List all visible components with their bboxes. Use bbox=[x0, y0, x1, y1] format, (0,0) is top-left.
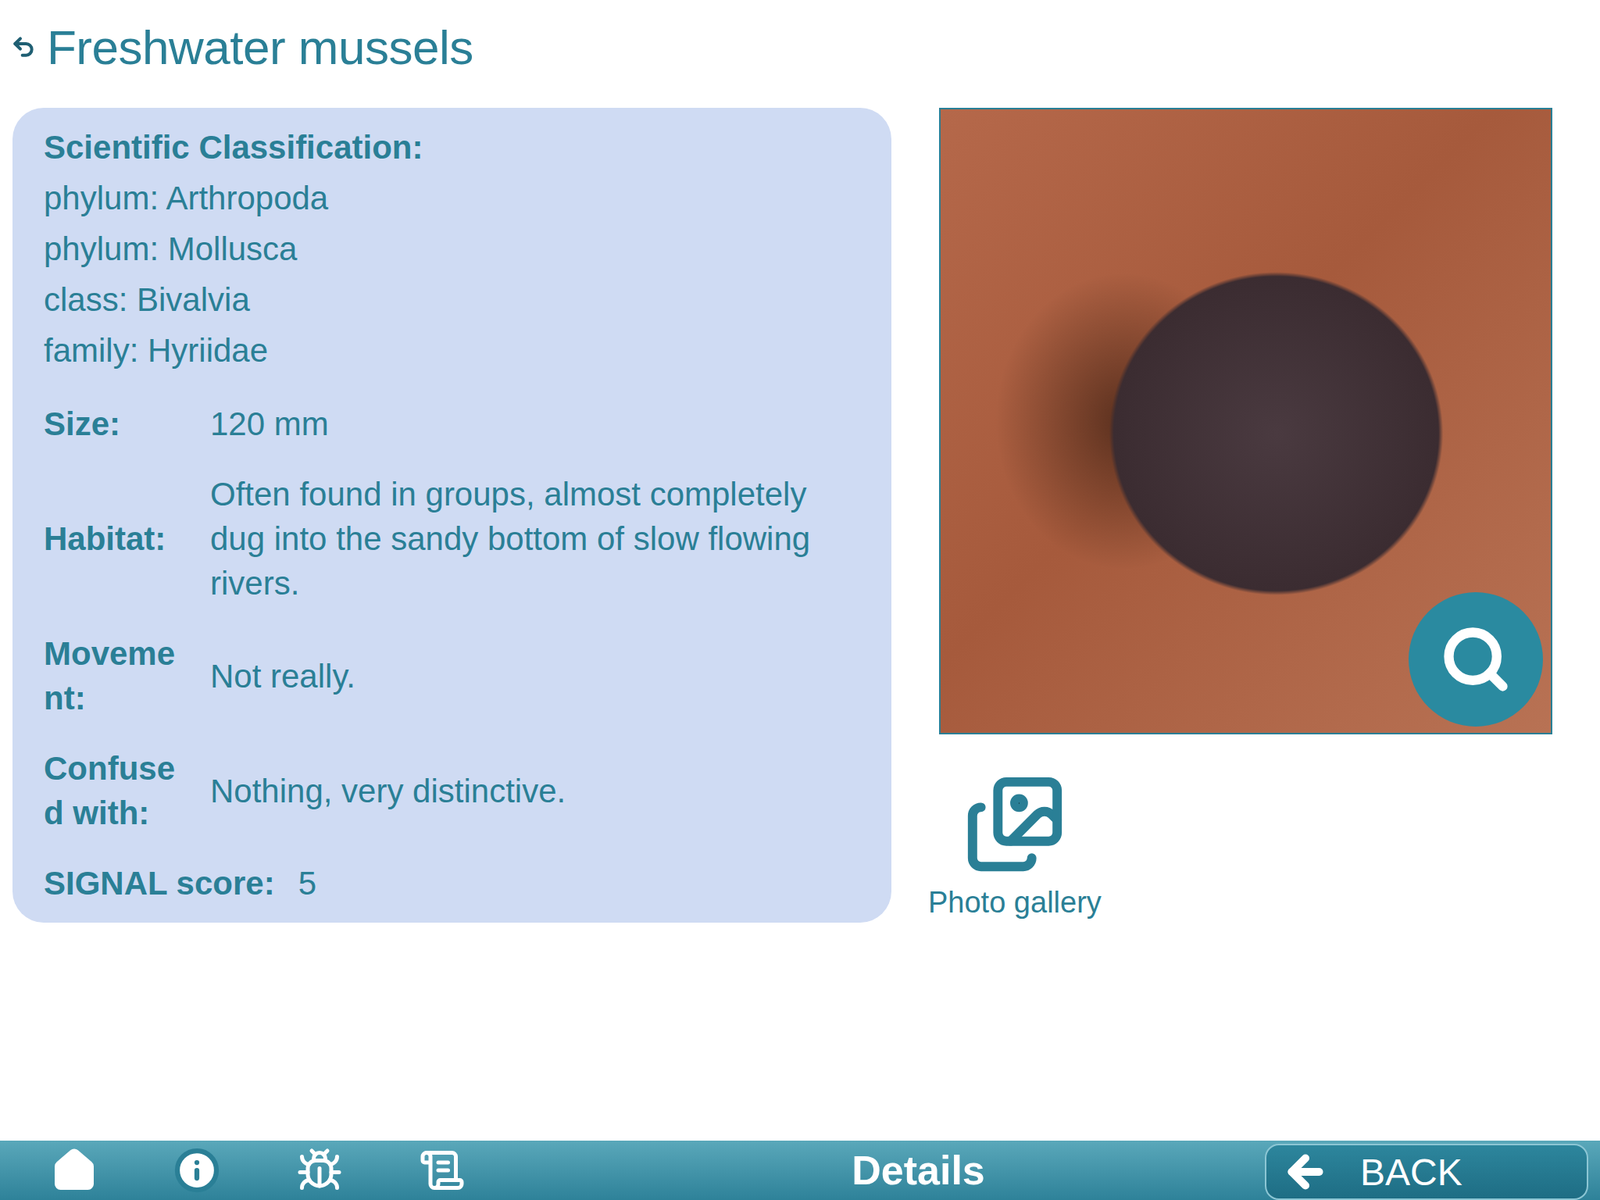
photo-gallery-label: Photo gallery bbox=[928, 885, 1102, 920]
zoom-button[interactable] bbox=[1408, 592, 1543, 727]
bug-icon bbox=[296, 1146, 343, 1194]
media-column: Photo gallery bbox=[939, 107, 1553, 920]
header: Freshwater mussels bbox=[0, 0, 1600, 108]
home-icon bbox=[50, 1146, 98, 1194]
list-button[interactable] bbox=[414, 1142, 471, 1199]
back-button[interactable]: BACK bbox=[1264, 1143, 1589, 1200]
classification-line: phylum: Mollusca bbox=[43, 223, 861, 275]
bottom-toolbar: Details BACK bbox=[0, 1140, 1600, 1200]
detail-value: Nothing, very distinctive. bbox=[210, 768, 820, 814]
bug-button[interactable] bbox=[291, 1142, 348, 1199]
left-arrow-icon bbox=[1282, 1148, 1329, 1196]
photo-gallery-button[interactable]: Photo gallery bbox=[928, 773, 1102, 920]
toolbar-title: Details bbox=[470, 1146, 1265, 1194]
info-button[interactable] bbox=[168, 1142, 225, 1199]
detail-label: Habitat: bbox=[43, 516, 193, 561]
detail-value: 120 mm bbox=[210, 401, 820, 447]
content: Scientific Classification:phylum: Arthro… bbox=[0, 107, 1600, 923]
detail-label: SIGNAL score: bbox=[43, 860, 275, 906]
detail-row: Movement: Not really. bbox=[43, 631, 861, 721]
back-label: BACK bbox=[1360, 1150, 1463, 1194]
gallery-icon bbox=[964, 773, 1066, 875]
classification-line: family: Hyriidae bbox=[43, 325, 861, 376]
page-title: Freshwater mussels bbox=[46, 19, 474, 75]
detail-label: Confused with: bbox=[43, 746, 193, 836]
detail-value: 5 bbox=[298, 860, 317, 906]
detail-label: Size: bbox=[43, 401, 193, 447]
info-panel[interactable]: Scientific Classification:phylum: Arthro… bbox=[12, 107, 892, 923]
details-screen: Freshwater mussels Scientific Classificat… bbox=[0, 0, 1600, 1200]
back-arrow-icon[interactable] bbox=[10, 34, 36, 60]
info-icon bbox=[173, 1146, 221, 1194]
detail-value: Often found in groups, almost completely… bbox=[210, 471, 820, 606]
mussel-photo[interactable] bbox=[939, 107, 1553, 735]
home-button[interactable] bbox=[46, 1142, 103, 1199]
detail-value: Not really. bbox=[210, 653, 820, 699]
list-icon bbox=[418, 1146, 466, 1194]
detail-row: Habitat: Often found in groups, almost co… bbox=[43, 471, 861, 606]
toolbar-icons bbox=[46, 1142, 471, 1199]
detail-label: Movement: bbox=[43, 631, 193, 721]
classification-line: class: Bivalvia bbox=[43, 274, 861, 325]
detail-row: Size: 120 mm bbox=[43, 401, 861, 447]
detail-row: SIGNAL score: 5 bbox=[43, 860, 861, 906]
classification-heading: Scientific Classification: bbox=[43, 121, 861, 173]
detail-row: Confused with: Nothing, very distinctive. bbox=[43, 746, 861, 836]
classification-line: phylum: Arthropoda bbox=[43, 172, 861, 224]
magnifier-icon bbox=[1439, 623, 1512, 696]
